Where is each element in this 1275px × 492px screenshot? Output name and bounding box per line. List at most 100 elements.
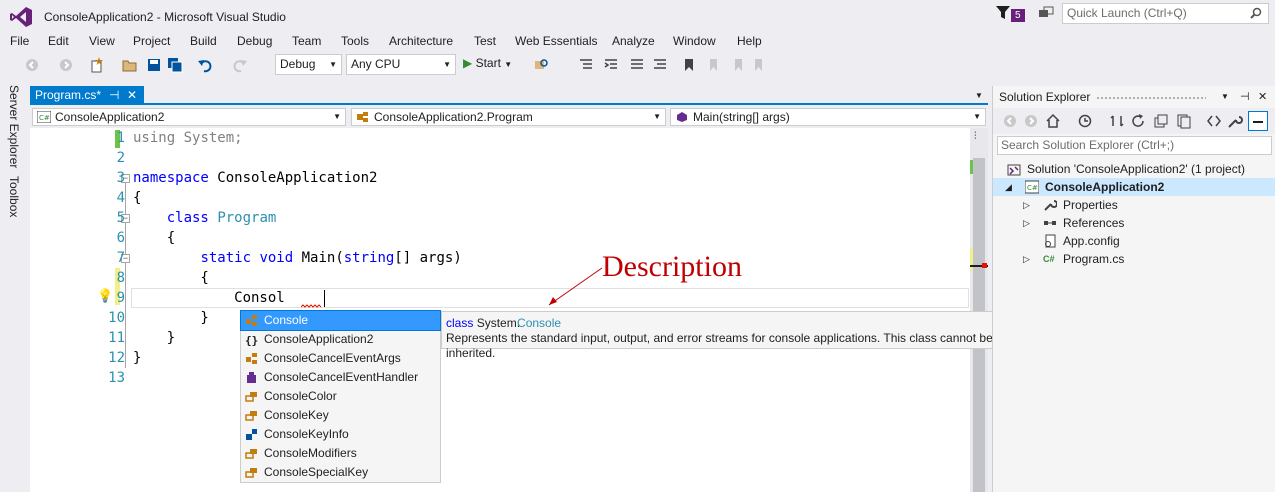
refresh-icon[interactable] <box>1130 113 1146 129</box>
completion-item[interactable]: ConsoleCancelEventHandler <box>241 368 440 387</box>
intellisense-completion-list[interactable]: Console {} ConsoleApplication2 ConsoleCance… <box>240 310 441 483</box>
completion-item[interactable]: ConsoleKey <box>241 406 440 425</box>
close-icon[interactable]: ✕ <box>127 86 137 104</box>
menu-test[interactable]: Test <box>474 34 496 48</box>
tab-program-cs[interactable]: Program.cs* ⊣ ✕ <box>30 86 144 105</box>
collapsed-triangle-icon[interactable]: ▷ <box>1023 214 1033 232</box>
class-dropdown[interactable]: ConsoleApplication2.Program ▼ <box>351 108 666 126</box>
open-file-icon[interactable] <box>122 57 138 73</box>
menu-help[interactable]: Help <box>737 34 762 48</box>
solution-configuration-select[interactable]: Debug ▼ <box>275 54 342 75</box>
line-number: 4 <box>116 190 125 206</box>
splitter-icon[interactable]: ⫶ <box>974 131 977 142</box>
collapsed-triangle-icon[interactable]: ▷ <box>1023 250 1033 268</box>
save-all-icon[interactable] <box>167 57 183 73</box>
view-code-icon[interactable] <box>1206 113 1222 129</box>
line-number: 7 <box>116 250 125 266</box>
clear-bookmarks-icon[interactable] <box>750 57 766 73</box>
menu-team[interactable]: Team <box>292 34 321 48</box>
line-number: 11 <box>108 330 125 346</box>
menu-window[interactable]: Window <box>673 34 716 48</box>
navigate-back-icon[interactable] <box>1002 113 1018 129</box>
tree-item-references[interactable]: ▷ References <box>993 214 1275 232</box>
tree-item-program-cs[interactable]: ▷ C# Program.cs <box>993 250 1275 268</box>
menu-project[interactable]: Project <box>133 34 170 48</box>
completion-item[interactable]: ConsoleColor <box>241 387 440 406</box>
chevron-down-icon: ▼ <box>333 112 341 121</box>
completion-item[interactable]: Console <box>240 310 441 331</box>
preview-selected-items-button[interactable] <box>1248 111 1268 131</box>
member-dropdown[interactable]: Main(string[] args) ▼ <box>670 108 986 126</box>
pending-changes-icon[interactable] <box>1077 113 1093 129</box>
chevron-down-icon[interactable]: ▼ <box>1221 92 1229 101</box>
show-all-files-icon[interactable] <box>1176 113 1192 129</box>
filter-icon[interactable] <box>996 6 1010 20</box>
menu-edit[interactable]: Edit <box>48 34 69 48</box>
completion-item[interactable]: ConsoleSpecialKey <box>241 463 440 482</box>
menu-architecture[interactable]: Architecture <box>389 34 453 48</box>
navigate-forward-icon[interactable] <box>58 57 74 73</box>
menu-debug[interactable]: Debug <box>237 34 272 48</box>
bookmark-icon[interactable] <box>681 57 697 73</box>
previous-bookmark-icon[interactable] <box>705 57 721 73</box>
collapse-all-icon[interactable] <box>1153 113 1169 129</box>
home-icon[interactable] <box>1045 113 1061 129</box>
tree-solution-node[interactable]: Solution 'ConsoleApplication2' (1 projec… <box>993 160 1275 178</box>
menu-view[interactable]: View <box>89 34 115 48</box>
tree-project-node[interactable]: ◢ C# ConsoleApplication2 <box>993 178 1275 196</box>
completion-item[interactable]: ConsoleModifiers <box>241 444 440 463</box>
project-dropdown[interactable]: C# ConsoleApplication2 ▼ <box>32 108 346 126</box>
svg-text:C#: C# <box>39 114 50 122</box>
pin-icon[interactable]: ⊣ <box>109 86 119 104</box>
redo-icon[interactable] <box>232 57 248 73</box>
save-icon[interactable] <box>146 57 162 73</box>
solution-platform-select[interactable]: Any CPU ▼ <box>346 54 456 75</box>
comment-lines-icon[interactable] <box>629 57 645 73</box>
completion-item[interactable]: ConsoleCancelEventArgs <box>241 349 440 368</box>
indent-icon[interactable] <box>603 57 619 73</box>
menu-tools[interactable]: Tools <box>341 34 369 48</box>
tree-item-properties[interactable]: ▷ Properties <box>993 196 1275 214</box>
tree-item-app-config[interactable]: App.config <box>993 232 1275 250</box>
completion-item[interactable]: {} ConsoleApplication2 <box>241 330 440 349</box>
search-icon <box>1250 7 1262 19</box>
find-in-files-icon[interactable] <box>533 57 549 73</box>
solution-explorer-search-input[interactable]: Search Solution Explorer (Ctrl+;) <box>997 136 1272 155</box>
undo-icon[interactable] <box>197 57 213 73</box>
class-icon <box>246 353 257 364</box>
completion-item[interactable]: ConsoleKeyInfo <box>241 425 440 444</box>
class-icon <box>357 112 368 122</box>
tab-overflow-icon[interactable]: ▼ <box>975 91 983 100</box>
notification-badge[interactable]: 5 <box>1011 9 1025 22</box>
new-project-icon[interactable] <box>89 57 105 73</box>
search-placeholder: Search Solution Explorer (Ctrl+;) <box>1001 138 1175 152</box>
quick-launch-input[interactable]: Quick Launch (Ctrl+Q) <box>1062 3 1269 24</box>
uncomment-lines-icon[interactable] <box>652 57 668 73</box>
expanded-triangle-icon[interactable]: ◢ <box>1005 178 1015 196</box>
menu-file[interactable]: File <box>10 34 29 48</box>
tab-toolbox[interactable]: Toolbox <box>7 176 21 217</box>
editor-vertical-scrollbar[interactable]: ⫶ <box>970 128 988 492</box>
format-document-icon[interactable] <box>578 57 594 73</box>
tab-server-explorer[interactable]: Server Explorer <box>7 85 21 168</box>
navigate-forward-icon[interactable] <box>1023 113 1039 129</box>
properties-wrench-icon[interactable] <box>1227 113 1243 129</box>
pin-icon[interactable]: ⊣ <box>1240 90 1250 103</box>
next-bookmark-icon[interactable] <box>730 57 746 73</box>
code-editor[interactable]: − − − 💡 1 2 3 4 5 6 7 8 9 10 11 12 13 using System; n… <box>30 128 970 492</box>
sync-icon[interactable] <box>1109 113 1125 129</box>
code-token: { <box>133 190 142 206</box>
start-debugging-button[interactable]: ▶ Start ▼ <box>463 56 512 70</box>
menu-build[interactable]: Build <box>190 34 217 48</box>
collapsed-triangle-icon[interactable]: ▷ <box>1023 196 1033 214</box>
navigate-back-icon[interactable] <box>24 57 40 73</box>
feedback-icon[interactable] <box>1038 6 1054 22</box>
menu-analyze[interactable]: Analyze <box>612 34 655 48</box>
menu-web-essentials[interactable]: Web Essentials <box>515 34 597 48</box>
code-line: class Program <box>133 210 277 226</box>
line-number: 5 <box>116 210 125 226</box>
outline-guide <box>125 183 126 368</box>
close-icon[interactable]: ✕ <box>1258 90 1267 103</box>
tab-label: Program.cs* <box>35 88 102 102</box>
line-number: 12 <box>108 350 125 366</box>
